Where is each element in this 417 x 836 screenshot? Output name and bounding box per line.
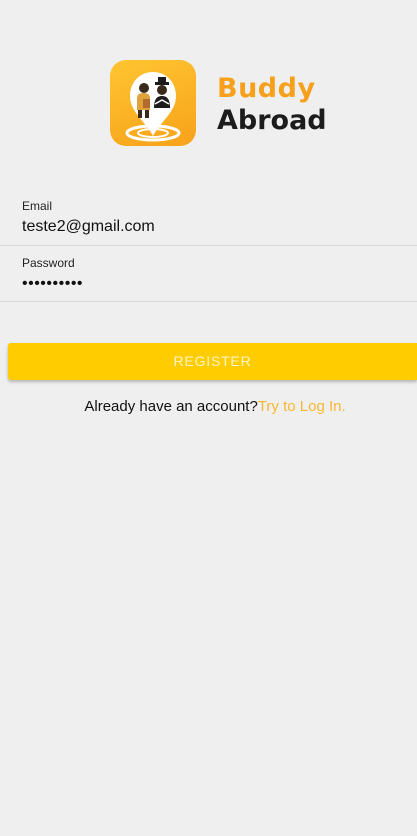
email-label: Email: [22, 199, 53, 213]
logo-text-abroad: Abroad: [217, 105, 327, 136]
password-label: Password: [22, 256, 75, 270]
register-button[interactable]: REGISTER: [8, 343, 417, 380]
login-prompt: Already have an account?Try to Log In.: [0, 398, 417, 415]
email-input[interactable]: [22, 216, 392, 238]
login-link[interactable]: Try to Log In.: [258, 398, 346, 415]
login-prompt-text: Already have an account?: [84, 398, 258, 415]
buddy-abroad-location-pin-icon: [110, 60, 196, 146]
app-logo: Buddy Abroad: [110, 60, 327, 150]
logo-text-buddy: Buddy: [217, 73, 316, 104]
email-field[interactable]: Email: [0, 196, 417, 246]
password-field[interactable]: Password: [0, 253, 417, 302]
password-input[interactable]: [22, 273, 392, 295]
